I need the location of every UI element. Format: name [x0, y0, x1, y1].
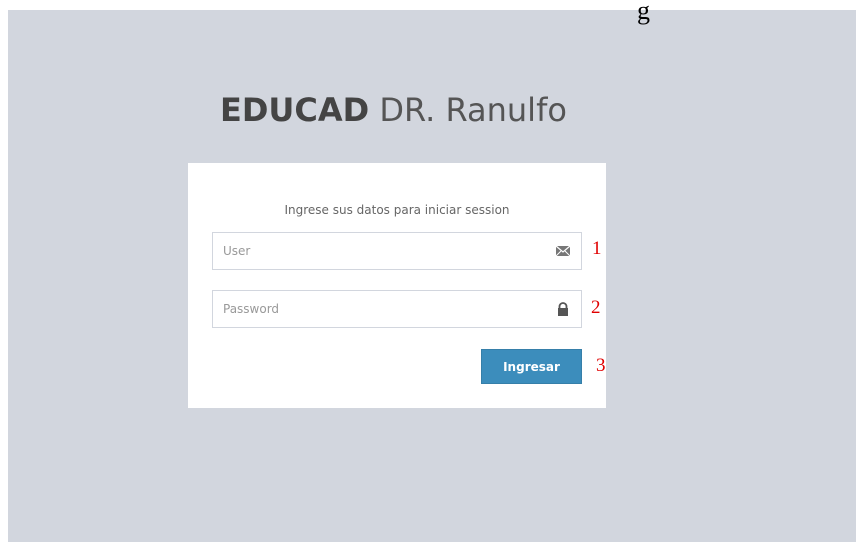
- app-logo: EDUCAD DR. Ranulfo: [220, 88, 567, 132]
- logo-brand: EDUCAD: [220, 91, 370, 129]
- annotation-3: 3: [596, 355, 606, 376]
- user-field: [212, 232, 582, 270]
- login-button[interactable]: Ingresar: [481, 349, 582, 384]
- envelope-icon: [555, 245, 571, 257]
- cropped-header-text: g: [637, 0, 650, 25]
- login-box-message: Ingrese sus datos para iniciar session: [284, 203, 510, 217]
- login-box: Ingrese sus datos para iniciar session I…: [188, 163, 606, 408]
- user-input[interactable]: [213, 233, 543, 269]
- login-page-background: g EDUCAD DR. Ranulfo Ingrese sus datos p…: [8, 0, 856, 542]
- annotation-2: 2: [591, 297, 601, 318]
- lock-icon: [558, 302, 568, 316]
- logo-subtitle: DR. Ranulfo: [379, 91, 567, 129]
- password-field: [212, 290, 582, 328]
- annotation-1: 1: [592, 238, 602, 259]
- password-input[interactable]: [213, 291, 543, 327]
